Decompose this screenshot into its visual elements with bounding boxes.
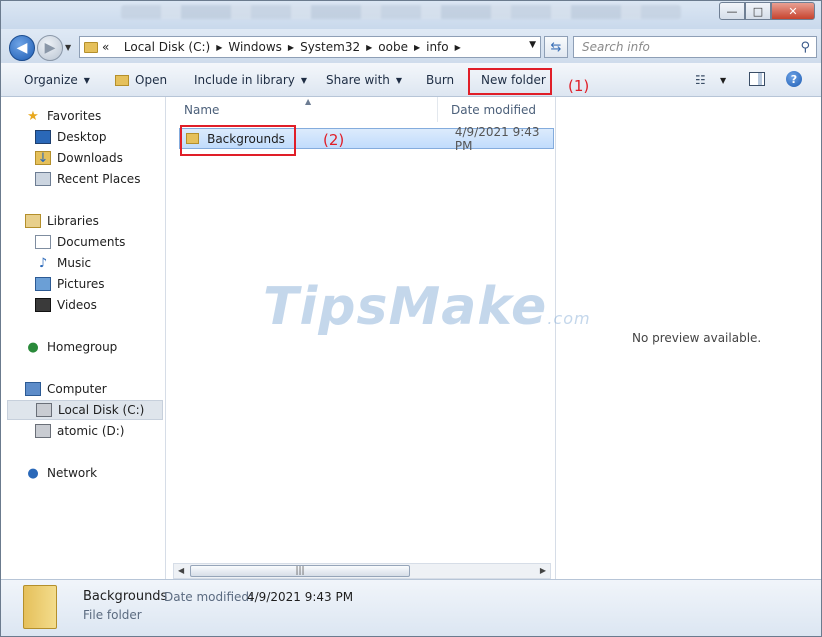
network-icon: ● [27, 465, 39, 481]
preview-message: No preview available. [632, 331, 762, 345]
close-button[interactable]: ✕ [771, 2, 815, 20]
nav-local-disk[interactable]: Local Disk (C:) [7, 400, 163, 420]
nav-desktop[interactable]: Desktop [35, 127, 107, 147]
pictures-icon [35, 277, 51, 291]
nav-documents[interactable]: Documents [35, 232, 125, 252]
breadcrumb-info[interactable]: info ▶ [426, 40, 467, 54]
back-button[interactable]: ◀ [9, 35, 35, 61]
details-pane: Backgrounds Date modified: 4/9/2021 9:43… [1, 579, 821, 636]
nav-pictures[interactable]: Pictures [35, 274, 105, 294]
column-header-name[interactable]: Name [172, 97, 438, 122]
blurred-background [121, 5, 681, 19]
refresh-button[interactable]: ⇆ [544, 36, 568, 58]
nav-homegroup[interactable]: ● Homegroup [25, 337, 117, 357]
homegroup-icon: ● [27, 339, 39, 355]
breadcrumb-system32[interactable]: System32 ▶ [300, 40, 378, 54]
annotation-step-1: (1) [568, 77, 590, 95]
share-with-button[interactable]: Share with ▼ [326, 73, 402, 87]
breadcrumb-local-disk[interactable]: Local Disk (C:) ▶ [124, 40, 228, 54]
annotation-step-2: (2) [323, 131, 345, 149]
nav-computer[interactable]: Computer [25, 379, 107, 399]
chevron-right-icon[interactable]: ▶ [288, 43, 294, 52]
documents-icon [35, 235, 51, 249]
explorer-window: — □ ✕ ◀ ▶ ▼ « Local Disk (C:) ▶ Windows ▶ … [0, 0, 822, 637]
file-list: ▲ Name Date modified Backgrounds 4/9/202… [167, 97, 555, 579]
videos-icon [35, 298, 51, 312]
desktop-icon [35, 130, 51, 144]
horizontal-scrollbar[interactable]: ◀ ||| ▶ [173, 563, 551, 579]
search-box[interactable]: ⚲ [573, 36, 817, 58]
star-icon: ★ [27, 108, 39, 124]
scroll-left-icon[interactable]: ◀ [178, 566, 184, 575]
preview-pane: No preview available. [555, 97, 821, 579]
libraries-icon [25, 214, 41, 228]
details-type: File folder [83, 608, 142, 622]
music-icon: ♪ [38, 255, 48, 271]
chevron-down-icon[interactable]: ▼ [720, 76, 726, 85]
nav-downloads[interactable]: ↓ Downloads [35, 148, 123, 168]
chevron-right-icon[interactable]: ▶ [366, 43, 372, 52]
address-row: ◀ ▶ ▼ « Local Disk (C:) ▶ Windows ▶ System… [1, 29, 821, 63]
folder-open-icon [115, 74, 129, 86]
breadcrumb-oobe[interactable]: oobe ▶ [378, 40, 426, 54]
forward-button[interactable]: ▶ [37, 35, 63, 61]
caption-buttons: — □ ✕ [719, 2, 815, 20]
computer-icon [25, 382, 41, 396]
minimize-button[interactable]: — [719, 2, 745, 20]
chevron-right-icon[interactable]: ▶ [216, 43, 222, 52]
details-name: Backgrounds [83, 589, 168, 604]
open-button[interactable]: Open [115, 73, 167, 87]
drive-icon [35, 424, 51, 438]
downloads-icon: ↓ [35, 151, 51, 166]
title-bar: — □ ✕ [1, 1, 821, 29]
watermark-logo: TipsMake.com [263, 277, 591, 337]
view-options-icon[interactable]: ☷ [695, 73, 706, 87]
chevron-down-icon: ▼ [395, 75, 403, 85]
address-bar[interactable]: « Local Disk (C:) ▶ Windows ▶ System32 ▶ oo… [79, 36, 541, 58]
chevron-down-icon: ▼ [83, 75, 90, 85]
breadcrumb-windows[interactable]: Windows ▶ [228, 40, 300, 54]
chevron-right-icon[interactable]: ▶ [455, 43, 461, 52]
include-in-library-button[interactable]: Include in library ▼ [194, 73, 307, 87]
burn-button[interactable]: Burn [426, 73, 454, 87]
scrollbar-thumb[interactable]: ||| [190, 565, 410, 577]
breadcrumb-overflow[interactable]: « [102, 40, 124, 54]
highlight-box-new-folder [468, 68, 552, 95]
details-date: 4/9/2021 9:43 PM [247, 590, 354, 604]
search-icon[interactable]: ⚲ [800, 40, 810, 55]
folder-icon [23, 585, 57, 629]
organize-button[interactable]: Organize ▼ [24, 73, 90, 87]
recent-pages-dropdown[interactable]: ▼ [65, 43, 71, 52]
file-date: 4/9/2021 9:43 PM [454, 124, 540, 153]
highlight-box-backgrounds [180, 125, 296, 156]
nav-videos[interactable]: Videos [35, 295, 97, 315]
navigation-pane: ★ Favorites Desktop ↓ Downloads Recent Pla… [1, 97, 166, 579]
search-input[interactable] [574, 37, 784, 57]
nav-favorites[interactable]: ★ Favorites [25, 106, 101, 126]
scroll-right-icon[interactable]: ▶ [540, 566, 546, 575]
nav-libraries[interactable]: Libraries [25, 211, 99, 231]
help-icon[interactable]: ? [786, 71, 802, 87]
column-header-date-modified[interactable]: Date modified [439, 97, 555, 122]
refresh-icon: ⇆ [550, 39, 562, 55]
chevron-down-icon[interactable]: ▼ [529, 40, 536, 50]
local-disk-icon [36, 403, 52, 417]
chevron-down-icon: ▼ [300, 75, 308, 85]
maximize-button[interactable]: □ [745, 2, 771, 20]
chevron-right-icon[interactable]: ▶ [414, 43, 420, 52]
nav-music[interactable]: ♪ Music [35, 253, 91, 273]
details-date-label: Date modified: [164, 590, 254, 604]
nav-recent-places[interactable]: Recent Places [35, 169, 140, 189]
folder-icon [84, 41, 98, 53]
nav-network[interactable]: ● Network [25, 463, 97, 483]
nav-atomic-drive[interactable]: atomic (D:) [35, 421, 124, 441]
preview-pane-icon[interactable] [749, 72, 765, 86]
recent-places-icon [35, 172, 51, 186]
